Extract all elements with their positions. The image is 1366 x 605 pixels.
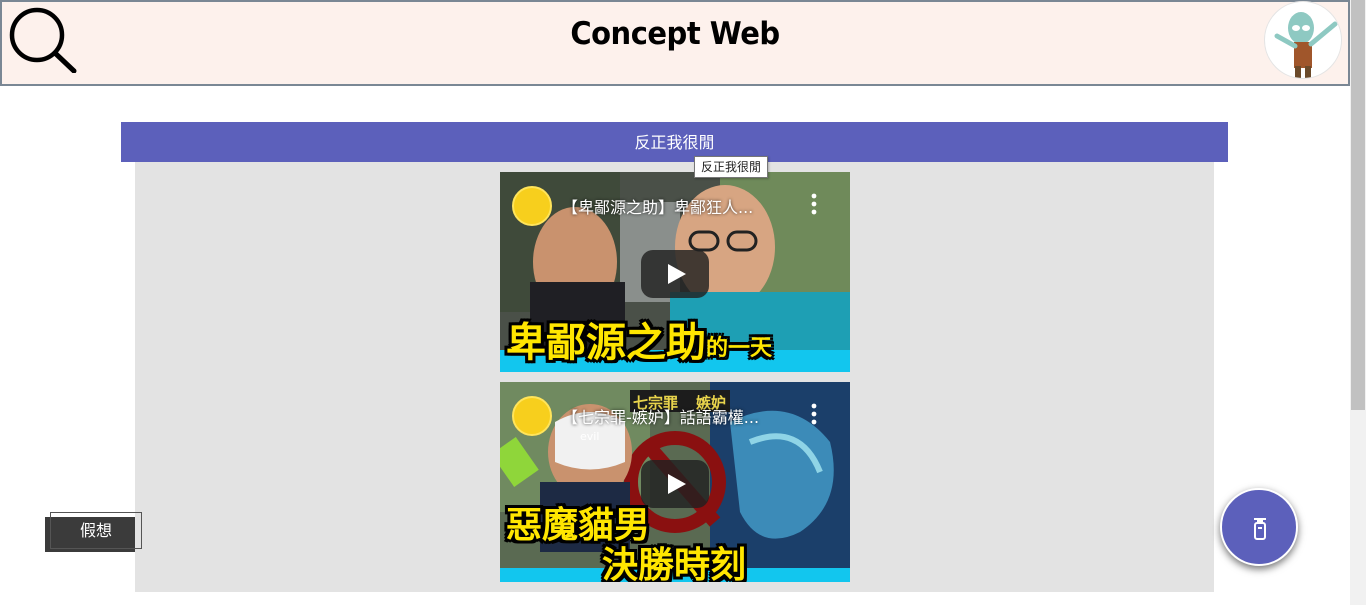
thumbnail-caption-small: 的一天 — [706, 336, 773, 361]
thumbnail-caption: 卑鄙源之助 — [506, 320, 706, 366]
section-title-bar[interactable]: 反正我很閒 — [121, 122, 1228, 162]
site-title: Concept Web — [570, 14, 780, 52]
more-vert-icon[interactable] — [804, 400, 824, 428]
more-vert-icon[interactable] — [804, 190, 824, 218]
video-embed-1[interactable]: 【卑鄙源之助】卑鄙狂人... 卑鄙源之助 的一天 — [500, 172, 850, 372]
video-title[interactable]: 【七宗罪-嫉妒】話語霸權... — [562, 404, 812, 428]
tooltip: 反正我很閒 — [694, 156, 769, 178]
hypothesis-button-label[interactable]: 假想 — [52, 519, 140, 543]
floating-action-button[interactable] — [1220, 488, 1298, 566]
scroll-thumb[interactable] — [1351, 0, 1365, 410]
scrollbar[interactable] — [1350, 0, 1366, 605]
channel-avatar-icon[interactable] — [512, 186, 552, 226]
thumbnail-mask-text: evil — [580, 430, 600, 443]
video-title[interactable]: 【卑鄙源之助】卑鄙狂人... — [562, 194, 812, 218]
channel-avatar-icon[interactable] — [512, 396, 552, 436]
play-icon[interactable] — [641, 460, 709, 508]
play-icon[interactable] — [641, 250, 709, 298]
thumbnail-caption-line2: 決勝時刻 — [602, 545, 747, 582]
video-embed-2[interactable]: 七宗罪 嫉妒 evil 【七宗罪-嫉妒】話語霸權... 惡魔貓男 決勝時刻 — [500, 382, 850, 582]
fire-extinguisher-icon — [1254, 518, 1266, 540]
avatar[interactable] — [1264, 1, 1342, 79]
site-header: Concept Web — [0, 0, 1350, 86]
